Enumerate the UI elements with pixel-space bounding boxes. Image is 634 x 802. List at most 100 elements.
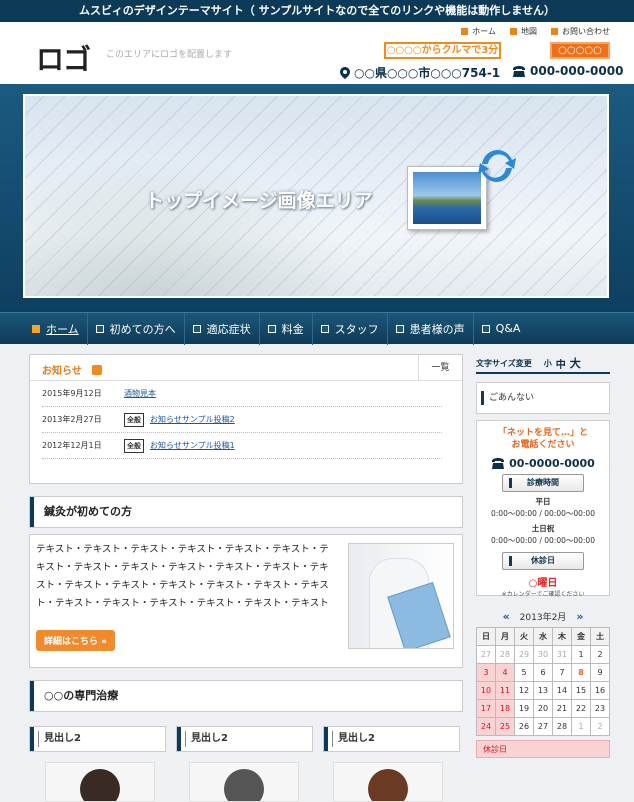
- calendar-title: 2013年2月: [519, 613, 567, 623]
- news-item-link[interactable]: お知らせサンプル投稿1: [150, 440, 235, 451]
- nav-pricing[interactable]: 料金: [260, 312, 313, 345]
- news-item: 2012年12月1日 全般 お知らせサンプル投稿1: [42, 433, 442, 459]
- news-item: 2015年9月12日 酒物見本: [42, 381, 442, 407]
- logo-note: このエリアにロゴを配置します: [106, 50, 233, 60]
- calendar-grid: 日月火水木金土 27 28 29 30 31 1 2 3456789 10 11 12 13 14 1…: [476, 627, 610, 736]
- nav-testimonials[interactable]: 患者様の声: [388, 312, 474, 345]
- nav-bullet-icon: [320, 324, 329, 333]
- rss-icon[interactable]: [91, 364, 102, 375]
- news-all-link[interactable]: 一覧: [418, 355, 462, 381]
- practitioner-photo: [348, 543, 454, 649]
- header-nav-home[interactable]: ホーム: [461, 26, 496, 37]
- news-title: お知らせ: [42, 362, 102, 377]
- font-size-large[interactable]: 大: [570, 355, 581, 371]
- call-prompt-2: お電話ください: [511, 440, 575, 450]
- calendar-week: 3456789: [476, 663, 610, 682]
- calendar-weekdays: 日月火水木金土: [476, 627, 610, 646]
- main-content: お知らせ 一覧 2015年9月12日 酒物見本 2013年2月27日 全般 お知…: [0, 344, 634, 802]
- specialty-photo-2: [189, 762, 299, 802]
- intro-heading: 鍼灸が初めての方: [29, 496, 463, 528]
- contact-hours-box: 「ネットを見て…」と お電話ください 00-0000-0000 診療時間 平日 …: [476, 420, 610, 598]
- nav-bullet-icon: [95, 324, 104, 333]
- main-navigation: ホーム 初めての方へ 適応症状 料金 スタッフ 患者様の声 Q&A: [0, 312, 634, 345]
- square-bullet-icon: [461, 28, 469, 35]
- refresh-icon: [478, 149, 516, 183]
- news-item-link[interactable]: 酒物見本: [124, 388, 156, 399]
- nav-faq[interactable]: Q&A: [474, 313, 529, 345]
- car-access-badge: ○○○○からクルマで3分: [384, 42, 501, 59]
- specialty-heading: ○○の専門治療: [29, 680, 463, 712]
- nav-first-visit[interactable]: 初めての方へ: [88, 312, 185, 345]
- specialty-subheadings: 見出し2 見出し2 見出し2: [29, 726, 463, 752]
- square-bullet-icon: [510, 28, 517, 35]
- nav-bullet-icon: [192, 324, 201, 333]
- left-column: お知らせ 一覧 2015年9月12日 酒物見本 2013年2月27日 全般 お知…: [29, 354, 463, 802]
- nav-bullet-icon: [481, 324, 490, 333]
- map-pin-icon: [340, 66, 350, 79]
- specialty-images: [45, 762, 463, 802]
- specialty-photo-3: [333, 762, 443, 802]
- news-header: お知らせ 一覧: [30, 355, 462, 381]
- header-nav: ホーム 地図 お問い合わせ: [461, 26, 610, 37]
- hero-section: トップイメージ画像エリア: [0, 84, 634, 312]
- announcement-text: ムスビィのデザインテーマサイト（ サンプルサイトなので全てのリンクや機能は動作し…: [79, 4, 555, 17]
- font-size-label: 文字サイズ変更: [476, 358, 532, 368]
- intro-panel: テキスト・テキスト・テキスト・テキスト・テキスト・テキスト・テキスト・テキスト・…: [29, 534, 463, 668]
- header-phone: 000-000-0000: [512, 64, 623, 78]
- closed-legend: 休診日: [476, 740, 610, 758]
- weekday-label: 平日: [535, 497, 551, 506]
- calendar-week: 27 28 29 30 31 1 2: [476, 645, 610, 664]
- news-item: 2013年2月27日 全般 お知らせサンプル投稿2: [42, 407, 442, 433]
- subheading-2: 見出し2: [176, 726, 313, 752]
- specialty-photo-1: [45, 762, 155, 802]
- intro-text: テキスト・テキスト・テキスト・テキスト・テキスト・テキスト・テキスト・テキスト・…: [36, 544, 329, 609]
- news-item-link[interactable]: お知らせサンプル投稿2: [150, 414, 235, 425]
- subheading-3: 見出し2: [323, 726, 460, 752]
- phone-icon: [492, 458, 505, 469]
- guide-box[interactable]: ごあんない: [476, 382, 610, 414]
- weekend-hours: 0:00～00:00 / 00:00～00:00: [491, 536, 595, 545]
- nav-home[interactable]: ホーム: [24, 312, 88, 345]
- news-panel: お知らせ 一覧 2015年9月12日 酒物見本 2013年2月27日 全般 お知…: [29, 354, 463, 484]
- calendar-week: 17 18 19 20 21 22 23: [476, 699, 610, 718]
- calendar-header: « 2013年2月 »: [476, 610, 610, 623]
- nav-bullet-icon: [395, 324, 404, 333]
- font-size-medium[interactable]: 中: [556, 356, 566, 371]
- font-size-switcher: 文字サイズ変更 小 中 大: [476, 354, 610, 374]
- hero-mountain-backdrop: [25, 156, 365, 296]
- site-logo[interactable]: ロゴ: [36, 38, 91, 78]
- nav-bullet-icon: [32, 324, 40, 333]
- header-nav-map[interactable]: 地図: [510, 26, 537, 37]
- closed-day-text: ○曜日: [528, 578, 558, 589]
- calendar-note: ※カレンダーでご確認ください: [501, 591, 585, 598]
- category-tag: 全般: [124, 412, 144, 427]
- top-announcement-bar: ムスビィのデザインテーマサイト（ サンプルサイトなので全てのリンクや機能は動作し…: [0, 0, 634, 22]
- prev-month-icon[interactable]: «: [503, 610, 510, 623]
- header-orange-badge[interactable]: ○○○○○: [550, 42, 610, 59]
- square-bullet-icon: [551, 28, 558, 35]
- font-size-small[interactable]: 小: [544, 358, 552, 369]
- site-header: ロゴ このエリアにロゴを配置します ホーム 地図 お問い合わせ ○○○○からクル…: [0, 22, 634, 84]
- nav-bullet-icon: [267, 324, 276, 333]
- phone-icon: [513, 65, 525, 77]
- call-prompt-1: 「ネットを見て…」と: [497, 428, 588, 438]
- details-button[interactable]: 詳細はこちら »: [36, 630, 115, 651]
- next-month-icon[interactable]: »: [576, 610, 583, 623]
- nav-staff[interactable]: スタッフ: [313, 312, 388, 345]
- sidebar-phone: 00-0000-0000: [481, 457, 605, 470]
- address: ○○県○○○市○○○754-1: [340, 64, 500, 81]
- calendar: « 2013年2月 » 日月火水木金土 27 28 29 30 31 1 2 3456789…: [476, 610, 610, 758]
- sidebar: 文字サイズ変更 小 中 大 ごあんない 「ネットを見て…」と お電話ください 0…: [476, 354, 610, 758]
- weekend-label: 土日祝: [531, 524, 555, 533]
- subheading-1: 見出し2: [29, 726, 166, 752]
- hours-button[interactable]: 診療時間: [502, 474, 584, 492]
- closed-days-button[interactable]: 休診日: [502, 552, 584, 570]
- hero-text: トップイメージ画像エリア: [145, 190, 373, 212]
- category-tag: 全般: [124, 438, 144, 453]
- nav-symptoms[interactable]: 適応症状: [185, 312, 260, 345]
- hero-image-area: トップイメージ画像エリア: [23, 94, 609, 298]
- weekday-hours: 0:00～00:00 / 00:00～00:00: [491, 509, 595, 518]
- calendar-week: 24 25 26 27 28 1 2: [476, 717, 610, 736]
- calendar-week: 10 11 12 13 14 15 16: [476, 681, 610, 700]
- header-nav-contact[interactable]: お問い合わせ: [551, 26, 610, 37]
